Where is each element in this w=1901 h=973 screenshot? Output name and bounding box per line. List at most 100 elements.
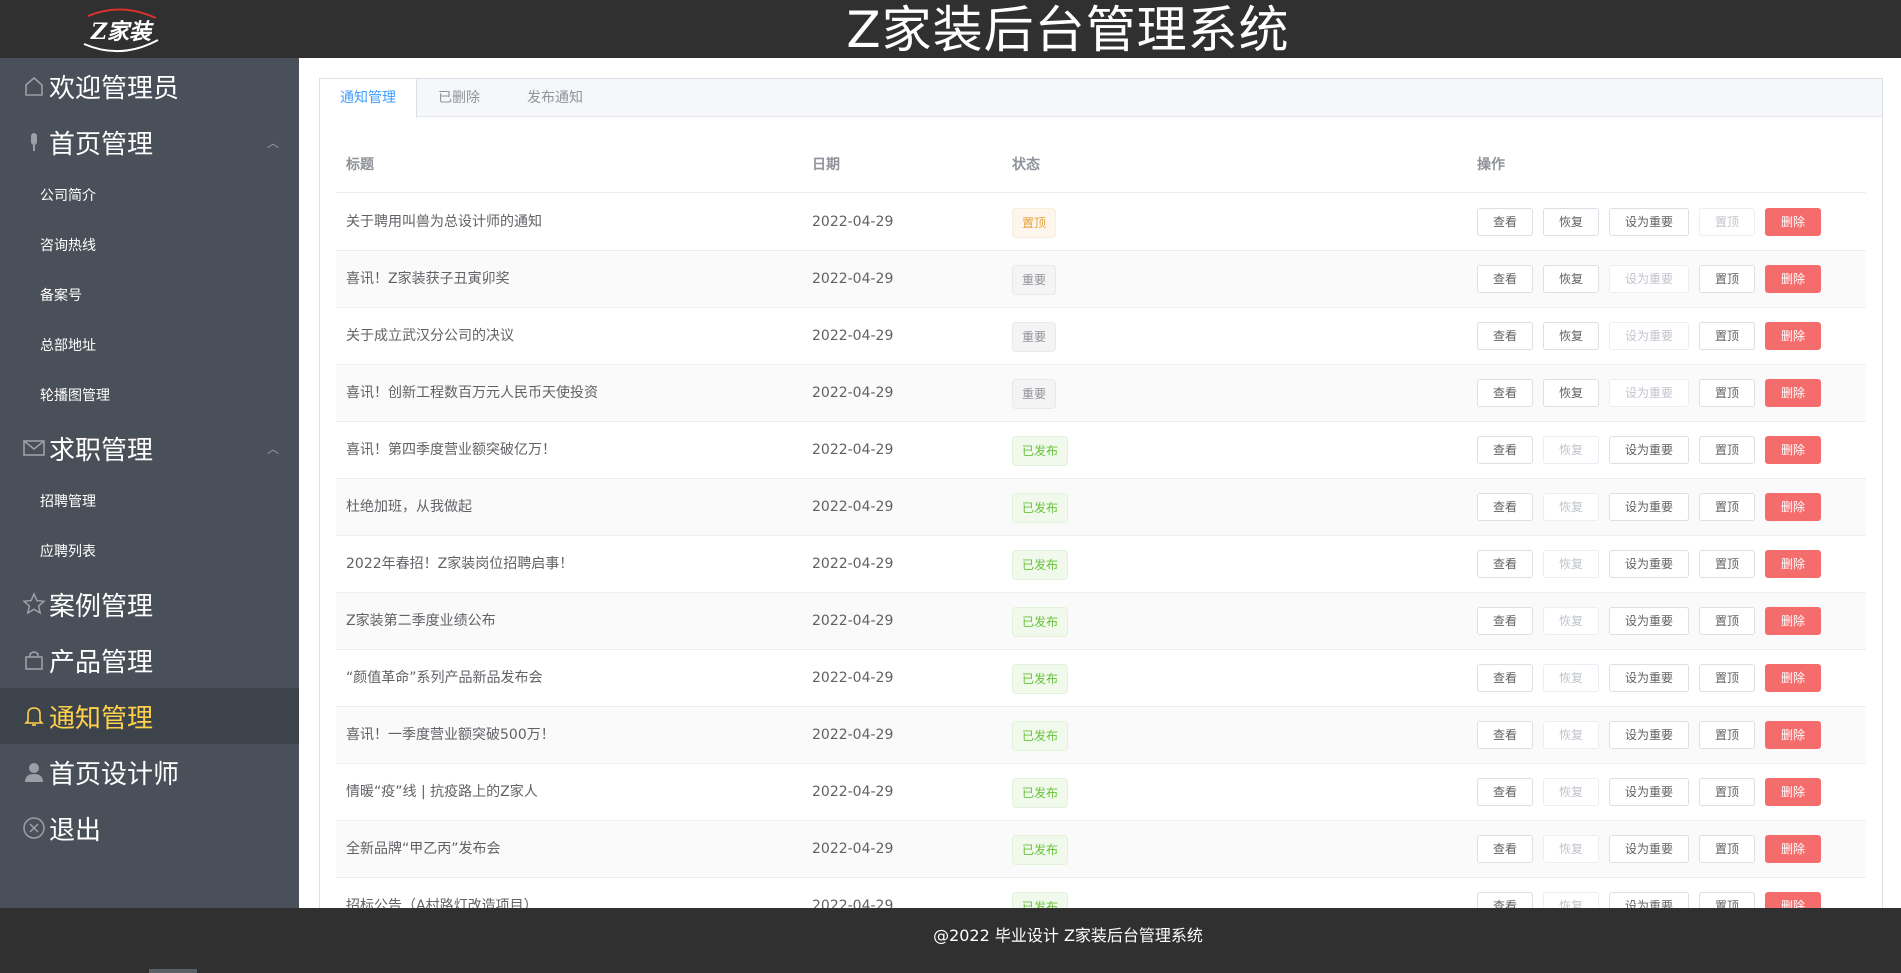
restore-button[interactable]: 恢复 (1543, 208, 1599, 236)
status-badge: 已发布 (1012, 607, 1069, 637)
column-header-title: 标题 (346, 157, 374, 173)
set-important-button[interactable]: 设为重要 (1609, 493, 1689, 521)
view-button[interactable]: 查看 (1477, 379, 1533, 407)
set-top-button[interactable]: 置顶 (1699, 493, 1755, 521)
set-top-button[interactable]: 置顶 (1699, 436, 1755, 464)
tab-notice-management[interactable]: 通知管理 (320, 79, 417, 118)
set-top-button[interactable]: 置顶 (1699, 721, 1755, 749)
delete-button[interactable]: 删除 (1765, 664, 1821, 692)
column-header-date: 日期 (812, 157, 840, 173)
view-button[interactable]: 查看 (1477, 265, 1533, 293)
set-important-button[interactable]: 设为重要 (1609, 778, 1689, 806)
row-title: 喜讯！创新工程数百万元人民币天使投资 (346, 385, 598, 401)
delete-button[interactable]: 删除 (1765, 721, 1821, 749)
delete-button[interactable]: 删除 (1765, 493, 1821, 521)
sidebar-item-label: 备案号 (40, 288, 82, 304)
sidebar-item-designers[interactable]: 首页设计师 (0, 744, 299, 800)
bag-icon (21, 647, 47, 673)
sidebar-item-applicants[interactable]: 应聘列表 (0, 526, 299, 576)
restore-button: 恢复 (1543, 493, 1599, 521)
tab-deleted[interactable]: 已删除 (418, 79, 500, 118)
view-button[interactable]: 查看 (1477, 835, 1533, 863)
sidebar-item-carousel[interactable]: 轮播图管理 (0, 370, 299, 420)
view-button[interactable]: 查看 (1477, 607, 1533, 635)
sidebar-item-recruitment[interactable]: 招聘管理 (0, 476, 299, 526)
delete-button[interactable]: 删除 (1765, 208, 1821, 236)
set-top-button[interactable]: 置顶 (1699, 322, 1755, 350)
sidebar-item-label: 退出 (49, 815, 102, 846)
sidebar-item-home-management[interactable]: 首页管理 ︿ (0, 114, 299, 170)
delete-button[interactable]: 删除 (1765, 550, 1821, 578)
view-button[interactable]: 查看 (1477, 721, 1533, 749)
row-title: 喜讯！Z家装获子丑寅卯奖 (346, 271, 510, 287)
delete-button[interactable]: 删除 (1765, 778, 1821, 806)
view-button[interactable]: 查看 (1477, 550, 1533, 578)
restore-button[interactable]: 恢复 (1543, 379, 1599, 407)
close-circle-icon (21, 815, 47, 841)
sidebar-item-icp[interactable]: 备案号 (0, 270, 299, 320)
row-title: Z家装第二季度业绩公布 (346, 613, 496, 629)
set-top-button[interactable]: 置顶 (1699, 607, 1755, 635)
set-important-button[interactable]: 设为重要 (1609, 208, 1689, 236)
set-top-button[interactable]: 置顶 (1699, 379, 1755, 407)
delete-button[interactable]: 删除 (1765, 322, 1821, 350)
delete-button[interactable]: 删除 (1765, 379, 1821, 407)
view-button[interactable]: 查看 (1477, 208, 1533, 236)
view-button[interactable]: 查看 (1477, 778, 1533, 806)
row-date: 2022-04-29 (812, 613, 894, 629)
sidebar-item-label: 首页设计师 (49, 759, 180, 790)
row-date: 2022-04-29 (812, 670, 894, 686)
tabs-card: 通知管理 已删除 发布通知 标题 日期 状态 操作 关于聘用叫兽为总设计师的通知… (319, 78, 1883, 935)
set-important-button[interactable]: 设为重要 (1609, 607, 1689, 635)
sidebar-item-company-intro[interactable]: 公司简介 (0, 170, 299, 220)
set-important-button[interactable]: 设为重要 (1609, 550, 1689, 578)
sidebar-item-address[interactable]: 总部地址 (0, 320, 299, 370)
table-row: 关于聘用叫兽为总设计师的通知 2022-04-29 置顶 查看 恢复 设为重要 置顶 删除 (336, 194, 1866, 251)
row-date: 2022-04-29 (812, 214, 894, 230)
status-badge: 置顶 (1012, 208, 1057, 238)
table-row: 2022年春招！Z家装岗位招聘启事！ 2022-04-29 已发布 查看 恢复 设为重要置… (336, 536, 1866, 593)
restore-button[interactable]: 恢复 (1543, 265, 1599, 293)
view-button[interactable]: 查看 (1477, 436, 1533, 464)
set-top-button[interactable]: 置顶 (1699, 550, 1755, 578)
view-button[interactable]: 查看 (1477, 493, 1533, 521)
sidebar-item-label: 欢迎管理员 (49, 73, 180, 104)
mail-icon (21, 435, 47, 461)
row-title: 杜绝加班，从我做起 (346, 499, 472, 515)
set-top-button[interactable]: 置顶 (1699, 778, 1755, 806)
delete-button[interactable]: 删除 (1765, 607, 1821, 635)
set-top-button[interactable]: 置顶 (1699, 664, 1755, 692)
restore-button: 恢复 (1543, 550, 1599, 578)
set-important-button[interactable]: 设为重要 (1609, 664, 1689, 692)
delete-button[interactable]: 删除 (1765, 265, 1821, 293)
set-important-button: 设为重要 (1609, 322, 1689, 350)
sidebar-item-label: 公司简介 (40, 188, 96, 204)
sidebar-item-hotline[interactable]: 咨询热线 (0, 220, 299, 270)
set-important-button[interactable]: 设为重要 (1609, 721, 1689, 749)
sidebar-item-jobs[interactable]: 求职管理 ︿ (0, 420, 299, 476)
set-important-button[interactable]: 设为重要 (1609, 436, 1689, 464)
page-title: Z家装后台管理系统 (846, 1, 1290, 59)
sidebar-item-products[interactable]: 产品管理 (0, 632, 299, 688)
view-button[interactable]: 查看 (1477, 664, 1533, 692)
sidebar-item-welcome[interactable]: 欢迎管理员 (0, 58, 299, 114)
view-button[interactable]: 查看 (1477, 322, 1533, 350)
delete-button[interactable]: 删除 (1765, 835, 1821, 863)
tab-publish[interactable]: 发布通知 (507, 79, 603, 118)
sidebar-item-logout[interactable]: 退出 (0, 800, 299, 856)
mic-icon (21, 129, 47, 155)
table-row: 关于成立武汉分公司的决议 2022-04-29 重要 查看 恢复 设为重要 置顶 删除 (336, 308, 1866, 365)
delete-button[interactable]: 删除 (1765, 436, 1821, 464)
sidebar-item-notifications[interactable]: 通知管理 (0, 688, 299, 744)
table-row: 杜绝加班，从我做起 2022-04-29 已发布 查看 恢复 设为重要 置顶 删除 (336, 479, 1866, 536)
restore-button[interactable]: 恢复 (1543, 322, 1599, 350)
status-badge: 已发布 (1012, 493, 1069, 523)
sidebar-item-label: 案例管理 (49, 591, 154, 622)
set-important-button[interactable]: 设为重要 (1609, 835, 1689, 863)
row-title: 2022年春招！Z家装岗位招聘启事！ (346, 556, 574, 572)
chevron-up-icon: ︿ (266, 442, 279, 456)
sidebar-item-cases[interactable]: 案例管理 (0, 576, 299, 632)
status-badge: 已发布 (1012, 835, 1069, 865)
set-top-button[interactable]: 置顶 (1699, 265, 1755, 293)
set-top-button[interactable]: 置顶 (1699, 835, 1755, 863)
